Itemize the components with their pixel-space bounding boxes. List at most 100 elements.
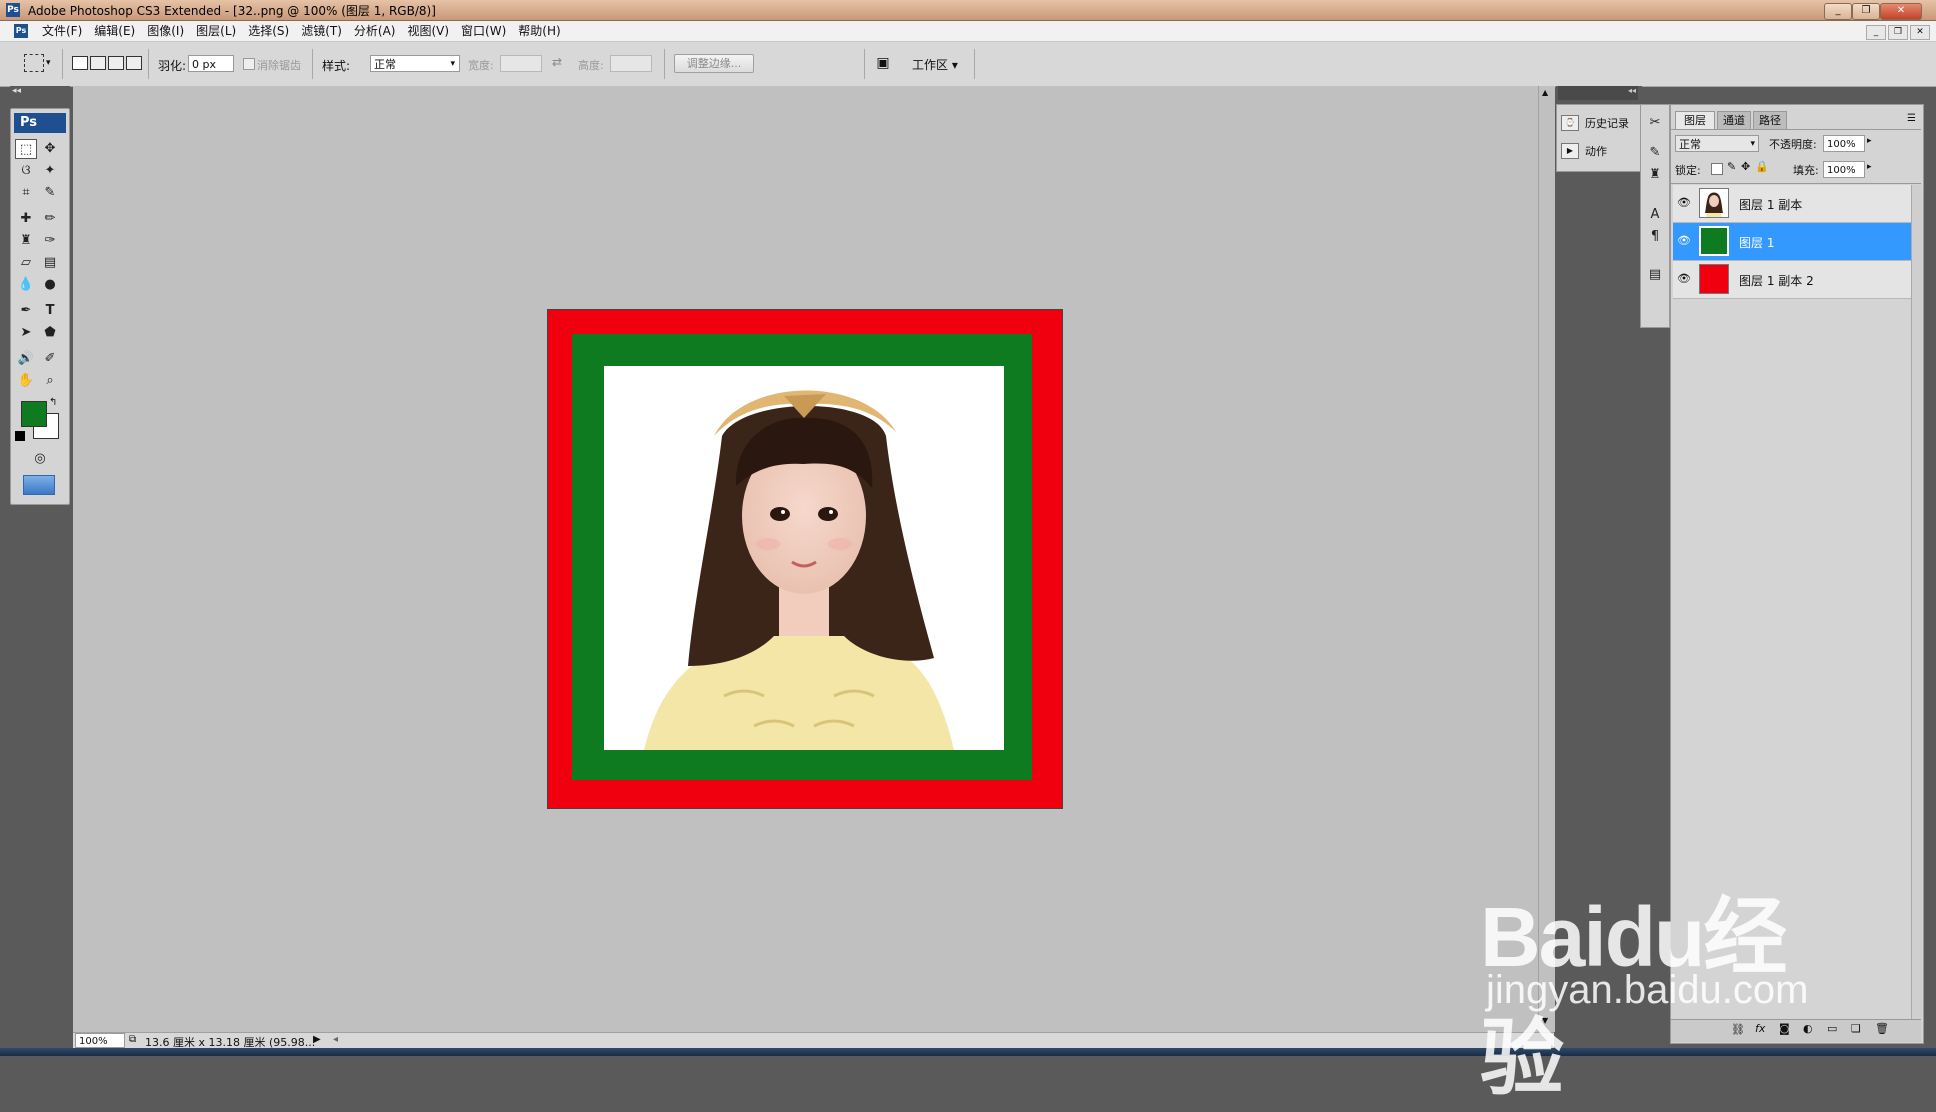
- menu-help[interactable]: 帮助(H): [512, 23, 566, 39]
- history-icon[interactable]: ⌚: [1561, 115, 1579, 131]
- close-button[interactable]: ✕: [1880, 3, 1922, 20]
- layer-name[interactable]: 图层 1: [1739, 234, 1774, 251]
- add-mask-icon[interactable]: ◙: [1779, 1022, 1790, 1035]
- new-layer-icon[interactable]: ❏: [1851, 1022, 1861, 1035]
- zoom-field[interactable]: 100%: [75, 1033, 125, 1048]
- subtract-selection-icon[interactable]: [108, 56, 124, 70]
- eraser-tool-icon[interactable]: ▱: [15, 253, 37, 273]
- character-icon[interactable]: A: [1644, 205, 1666, 225]
- status-info-icon[interactable]: ⧉: [129, 1034, 136, 1045]
- hand-tool-icon[interactable]: ✋: [15, 371, 37, 391]
- paragraph-icon[interactable]: ¶: [1644, 227, 1666, 247]
- width-input[interactable]: [500, 55, 542, 72]
- link-layers-icon[interactable]: ⛓: [1731, 1023, 1745, 1036]
- layer-name[interactable]: 图层 1 副本 2: [1739, 272, 1814, 289]
- workspace-menu[interactable]: 工作区 ▾: [912, 56, 958, 73]
- menu-layer[interactable]: 图层(L): [190, 23, 242, 39]
- vertical-scrollbar[interactable]: ▲ ▼: [1538, 86, 1555, 1032]
- default-colors-icon[interactable]: [15, 431, 25, 441]
- minimize-button[interactable]: _: [1824, 3, 1852, 20]
- brushes-icon[interactable]: ✎: [1644, 143, 1666, 163]
- zoom-tool-icon[interactable]: ⌕: [39, 371, 61, 391]
- shape-tool-icon[interactable]: ⬟: [39, 323, 61, 343]
- menu-analysis[interactable]: 分析(A): [348, 23, 402, 39]
- doc-close-button[interactable]: ✕: [1910, 25, 1930, 40]
- status-menu-arrow-icon[interactable]: ▶: [313, 1034, 321, 1045]
- tool-presets-icon[interactable]: ✂: [1644, 113, 1666, 133]
- doc-restore-button[interactable]: ❐: [1888, 25, 1908, 40]
- layers-scrollbar[interactable]: [1911, 185, 1922, 1019]
- tab-paths[interactable]: 路径: [1753, 111, 1787, 129]
- tab-layers[interactable]: 图层: [1675, 111, 1715, 129]
- menu-filter[interactable]: 滤镜(T): [295, 23, 348, 39]
- doc-minimize-button[interactable]: _: [1866, 25, 1886, 40]
- layer-row[interactable]: 👁 图层 1 副本: [1673, 185, 1911, 223]
- layer-style-fx-icon[interactable]: fx: [1755, 1022, 1765, 1035]
- slice-tool-icon[interactable]: ✎: [39, 183, 61, 203]
- lock-all-icon[interactable]: 🔒: [1755, 160, 1769, 173]
- notes-tool-icon[interactable]: 🔊: [15, 349, 37, 369]
- blend-mode-select[interactable]: 正常 ▾: [1675, 135, 1759, 152]
- refine-edge-button[interactable]: 调整边缘...: [674, 54, 754, 73]
- menu-view[interactable]: 视图(V): [401, 23, 455, 39]
- actions-play-icon[interactable]: ▶: [1561, 143, 1579, 159]
- menu-file[interactable]: 文件(F): [36, 23, 88, 39]
- path-selection-tool-icon[interactable]: ➤: [15, 323, 37, 343]
- opacity-input[interactable]: 100%: [1823, 135, 1865, 152]
- scroll-left-icon[interactable]: ◂: [333, 1034, 338, 1045]
- swap-colors-icon[interactable]: ↰: [49, 397, 57, 408]
- brush-tool-icon[interactable]: ✏: [39, 209, 61, 229]
- visibility-eye-icon[interactable]: 👁: [1677, 196, 1691, 210]
- screen-mode-icon[interactable]: [23, 475, 55, 495]
- menu-select[interactable]: 选择(S): [242, 23, 295, 39]
- scroll-up-icon[interactable]: ▲: [1542, 88, 1548, 97]
- dodge-tool-icon[interactable]: ●: [39, 275, 61, 295]
- layer-name[interactable]: 图层 1 副本: [1739, 196, 1802, 213]
- menu-window[interactable]: 窗口(W): [455, 23, 512, 39]
- healing-brush-tool-icon[interactable]: ✚: [15, 209, 37, 229]
- layer-comps-icon[interactable]: ▤: [1644, 265, 1666, 285]
- menu-edit[interactable]: 编辑(E): [88, 23, 141, 39]
- lock-pixels-icon[interactable]: ✎: [1727, 160, 1736, 173]
- layer-row[interactable]: 👁 图层 1 副本 2: [1673, 261, 1911, 299]
- tab-channels[interactable]: 通道: [1717, 111, 1751, 129]
- adjustment-layer-icon[interactable]: ◐: [1803, 1022, 1813, 1035]
- new-selection-icon[interactable]: [72, 56, 88, 70]
- maximize-button[interactable]: ❐: [1852, 3, 1880, 20]
- marquee-preset-icon[interactable]: [24, 54, 44, 72]
- lock-position-icon[interactable]: ✥: [1741, 160, 1750, 173]
- bridge-icon[interactable]: ▣: [872, 54, 894, 72]
- pen-tool-icon[interactable]: ✒: [15, 301, 37, 321]
- app-menu-icon[interactable]: Ps: [14, 24, 28, 38]
- visibility-eye-icon[interactable]: 👁: [1677, 234, 1691, 248]
- lasso-tool-icon[interactable]: ଓ: [15, 161, 37, 181]
- foreground-color-swatch[interactable]: [21, 401, 47, 427]
- chevron-down-icon[interactable]: ▾: [46, 58, 51, 68]
- actions-label[interactable]: 动作: [1585, 143, 1607, 159]
- panel-menu-icon[interactable]: ☰: [1907, 113, 1916, 124]
- crop-tool-icon[interactable]: ⌗: [15, 183, 37, 203]
- document-canvas[interactable]: [547, 309, 1063, 809]
- collapse-toolbox-icon[interactable]: ◂◂: [12, 86, 21, 96]
- type-tool-icon[interactable]: T: [39, 301, 61, 321]
- swap-dimensions-icon[interactable]: ⇄: [552, 55, 562, 69]
- quick-mask-icon[interactable]: ◎: [29, 449, 51, 469]
- fill-slider-arrow-icon[interactable]: ▸: [1867, 162, 1872, 172]
- gradient-tool-icon[interactable]: ▤: [39, 253, 61, 273]
- eyedropper-tool-icon[interactable]: ✐: [39, 349, 61, 369]
- clone-stamp-tool-icon[interactable]: ♜: [15, 231, 37, 251]
- collapse-dock-icon[interactable]: ◂◂: [1558, 86, 1638, 100]
- style-select[interactable]: 正常 ▾: [370, 55, 460, 72]
- layer-row-selected[interactable]: 👁 图层 1: [1673, 223, 1911, 261]
- new-group-icon[interactable]: ▭: [1827, 1022, 1837, 1035]
- move-tool-icon[interactable]: ✥: [39, 139, 61, 159]
- magic-wand-tool-icon[interactable]: ✦: [39, 161, 61, 181]
- lock-transparency-icon[interactable]: [1711, 163, 1723, 175]
- antialias-checkbox[interactable]: [243, 58, 255, 70]
- intersect-selection-icon[interactable]: [126, 56, 142, 70]
- fill-input[interactable]: 100%: [1823, 161, 1865, 178]
- height-input[interactable]: [610, 55, 652, 72]
- feather-input[interactable]: 0 px: [188, 55, 234, 72]
- delete-layer-icon[interactable]: 🗑: [1875, 1022, 1889, 1035]
- add-selection-icon[interactable]: [90, 56, 106, 70]
